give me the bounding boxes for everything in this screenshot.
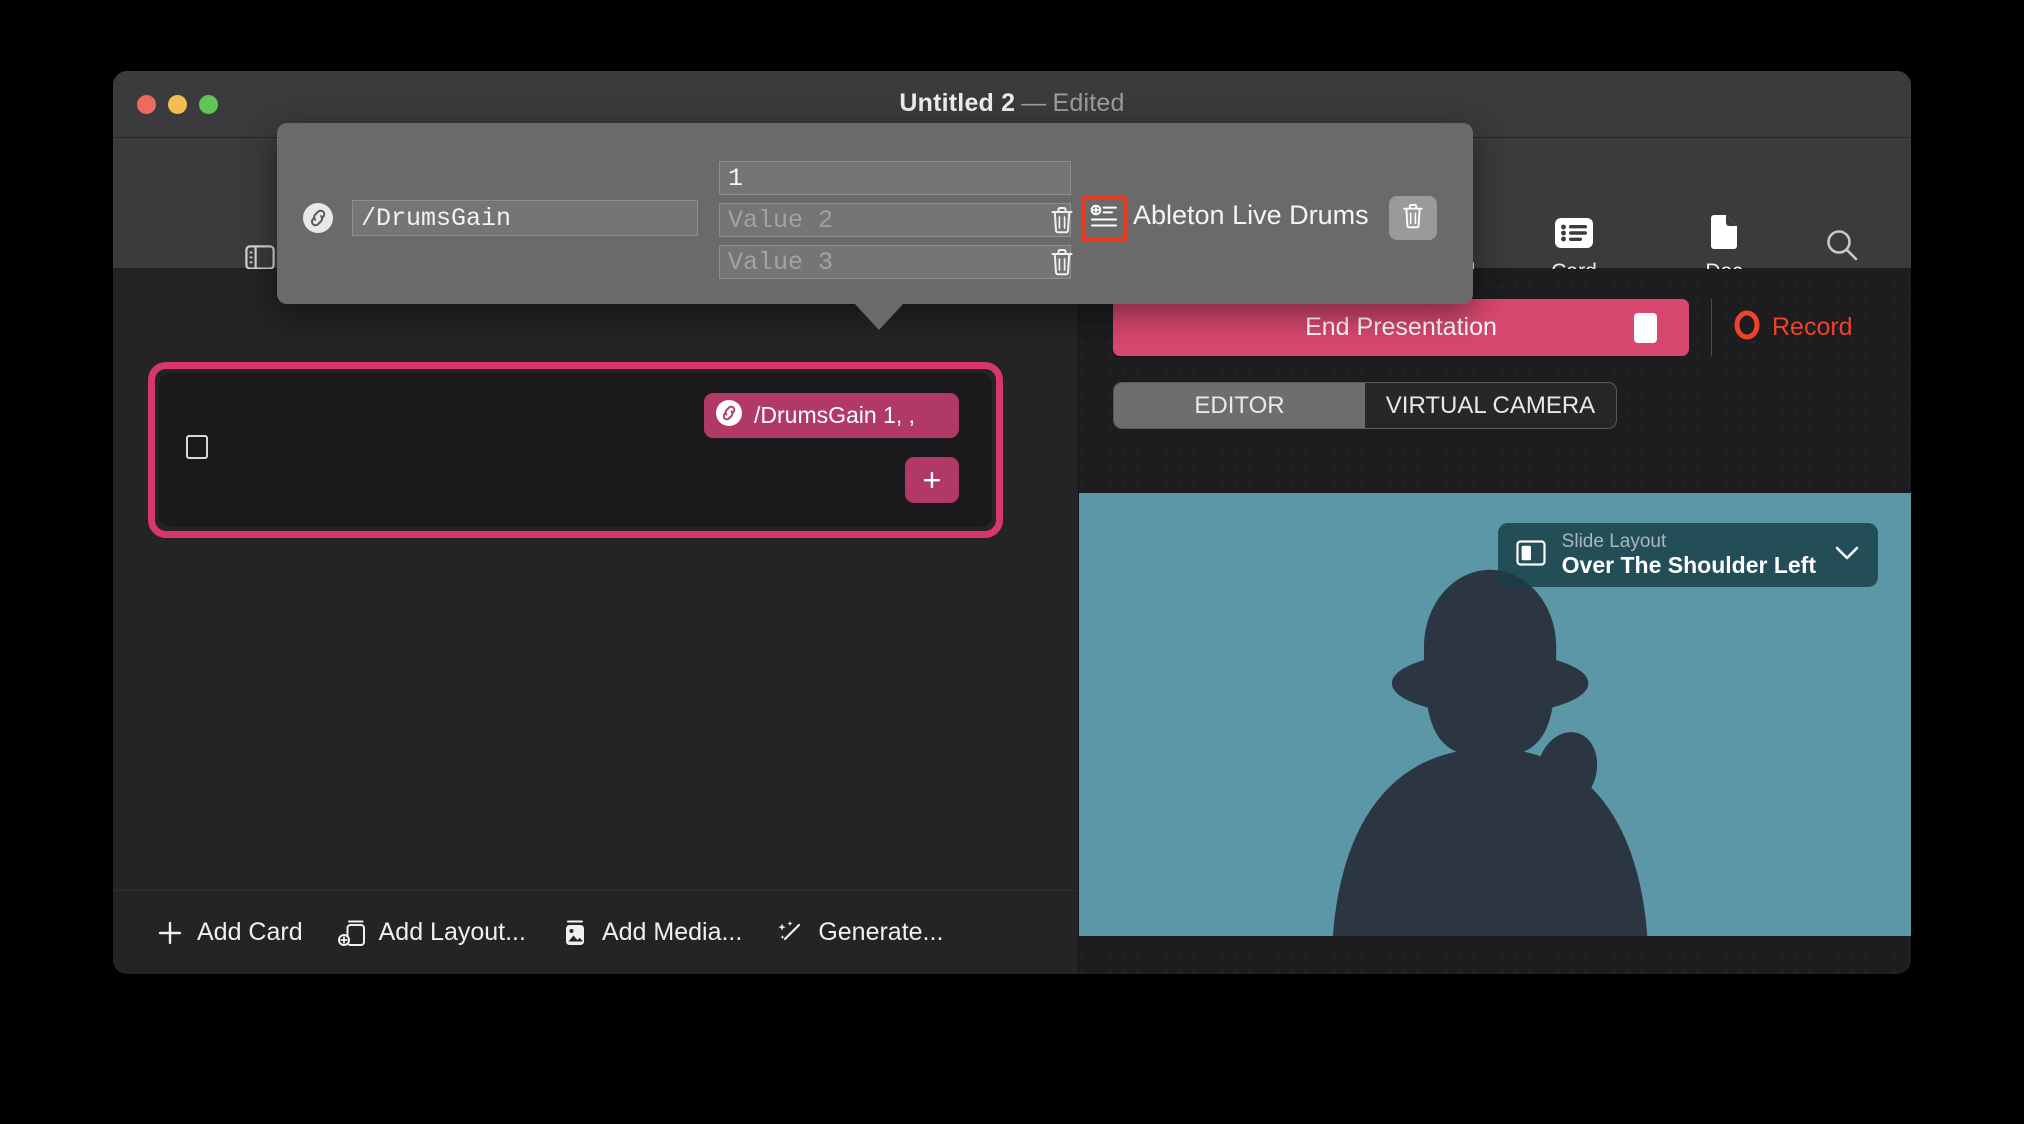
end-presentation-button[interactable]: End Presentation (1113, 299, 1689, 356)
end-presentation-label: End Presentation (1305, 313, 1497, 342)
osc-message-chip[interactable]: /DrumsGain 1, , (704, 393, 959, 438)
slide-layout-caption: Slide Layout (1562, 532, 1816, 553)
generate-button[interactable]: Generate... (776, 918, 943, 947)
tab-virtual-camera-label: VIRTUAL CAMERA (1386, 392, 1595, 420)
delete-osc-message-button[interactable] (1389, 196, 1437, 240)
osc-value-3-placeholder: Value 3 (728, 248, 833, 277)
card-body: /DrumsGain 1, , + (159, 373, 992, 527)
osc-value-3-input[interactable]: Value 3 (719, 245, 1071, 279)
stop-square-icon (1634, 313, 1657, 343)
osc-value-2-placeholder: Value 2 (728, 206, 833, 235)
osc-chip-label: /DrumsGain 1, , (754, 402, 915, 429)
add-osc-message-label: + (923, 464, 942, 496)
card-list-icon (1554, 212, 1594, 254)
add-media-button[interactable]: Add Media... (560, 918, 742, 948)
screen: Untitled 2—Edited (0, 0, 2024, 1124)
window-title-state: Edited (1053, 89, 1125, 117)
assign-device-button[interactable] (1081, 196, 1127, 242)
add-osc-message-button[interactable]: + (905, 457, 959, 503)
search-icon[interactable] (1825, 228, 1859, 267)
plus-icon (155, 920, 185, 946)
presentation-controls: End Presentation Record (1113, 299, 1875, 356)
selected-card[interactable]: /DrumsGain 1, , + (148, 362, 1003, 538)
record-button[interactable]: Record (1734, 310, 1853, 345)
add-card-label: Add Card (197, 918, 303, 947)
slide-layout-texts: Slide Layout Over The Shoulder Left (1562, 532, 1816, 577)
toolbar-divider (1711, 299, 1712, 356)
tab-editor[interactable]: EDITOR (1114, 383, 1365, 428)
window-title: Untitled 2—Edited (113, 89, 1911, 118)
link-icon (716, 400, 742, 431)
sparkle-wand-icon (776, 919, 806, 947)
tab-editor-label: EDITOR (1194, 392, 1284, 420)
sidebar-toggle-icon[interactable] (243, 243, 277, 271)
generate-label: Generate... (818, 918, 943, 947)
add-layout-icon (337, 918, 367, 948)
add-media-label: Add Media... (602, 918, 742, 947)
card-editor-pane: /DrumsGain 1, , + (113, 269, 1079, 974)
chevron-down-icon[interactable] (1832, 543, 1862, 568)
add-layout-button[interactable]: Add Layout... (337, 918, 526, 948)
window-title-separator: — (1015, 89, 1052, 117)
document-icon (1708, 212, 1740, 254)
tab-virtual-camera[interactable]: VIRTUAL CAMERA (1365, 383, 1616, 428)
slide-layout-icon (1516, 540, 1546, 571)
card-checkbox[interactable] (186, 435, 208, 459)
slide-preview[interactable]: Slide Layout Over The Shoulder Left (1079, 493, 1911, 936)
osc-address-value: /DrumsGain (361, 204, 511, 233)
add-card-button[interactable]: Add Card (155, 918, 303, 947)
window-title-document: Untitled 2 (899, 89, 1015, 117)
record-dot-icon (1734, 310, 1760, 345)
osc-value-1-input[interactable]: 1 (719, 161, 1071, 195)
record-label: Record (1772, 313, 1853, 342)
view-mode-segmented-control: EDITOR VIRTUAL CAMERA (1113, 382, 1617, 429)
osc-address-input[interactable]: /DrumsGain (352, 200, 698, 236)
presenter-pane: End Presentation Record (1079, 269, 1911, 974)
osc-value-1-text: 1 (728, 164, 743, 193)
slide-layout-value: Over The Shoulder Left (1562, 553, 1816, 578)
delete-value-3-button[interactable] (1047, 246, 1077, 278)
list-plus-icon (1089, 202, 1119, 237)
osc-value-2-input[interactable]: Value 2 (719, 203, 1071, 237)
popover-tail (854, 303, 904, 330)
slide-layout-selector[interactable]: Slide Layout Over The Shoulder Left (1498, 523, 1878, 587)
popover-link-icon[interactable] (303, 203, 333, 238)
assigned-device-label: Ableton Live Drums (1133, 200, 1369, 231)
content-area: /DrumsGain 1, , + (113, 269, 1911, 974)
delete-value-2-button[interactable] (1047, 204, 1077, 236)
add-layout-label: Add Layout... (379, 918, 526, 947)
add-media-icon (560, 918, 590, 948)
card-bottom-toolbar: Add Card Add Layout... (113, 890, 1078, 974)
trash-icon (1401, 202, 1425, 235)
